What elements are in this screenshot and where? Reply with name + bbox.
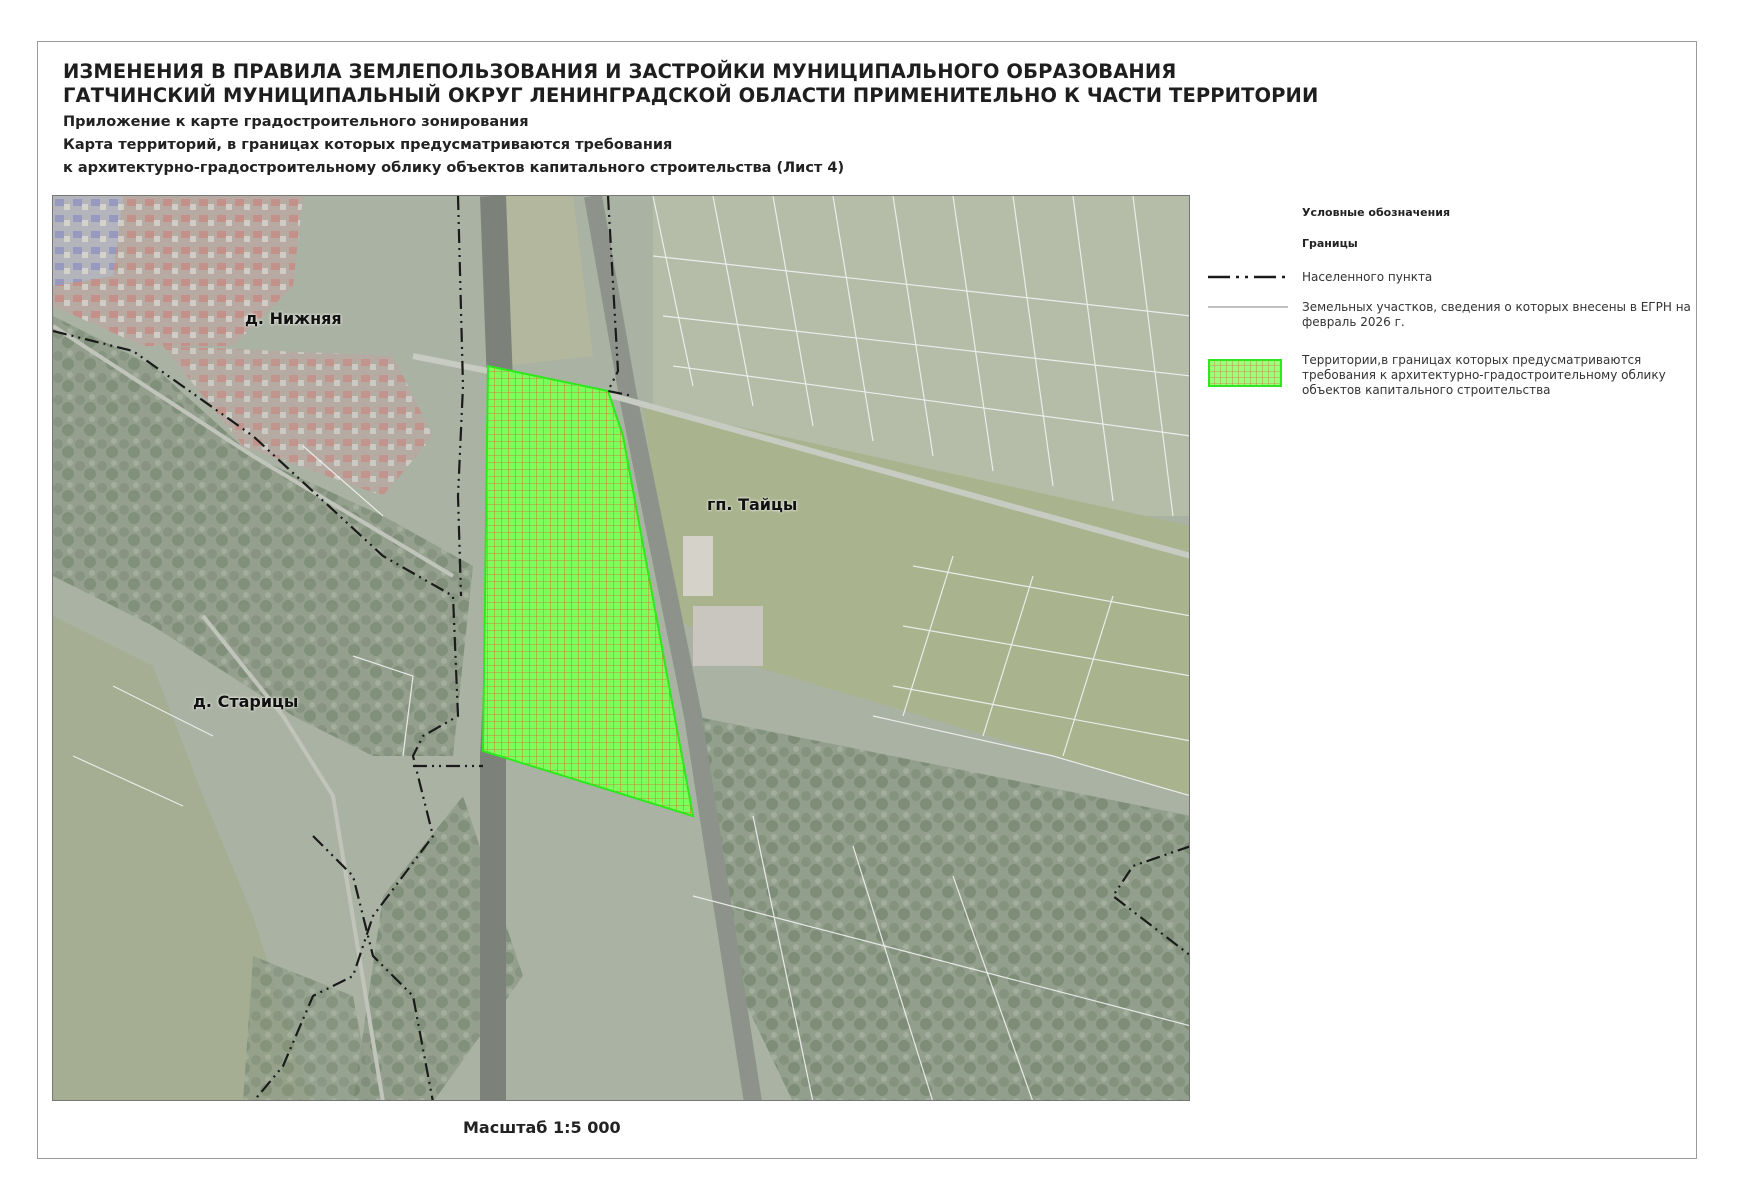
map-subtitle-line-2: к архитектурно-градостроительному облику… [63,160,845,176]
satellite-map [53,196,1189,1100]
green-hatch-icon [1208,359,1282,387]
place-label-staritsy: д. Старицы [193,692,299,711]
legend-item-label: Территории,в границах которых предусматр… [1302,353,1666,397]
legend-title: Условные обозначения [1302,206,1451,219]
legend-section-title: Границы [1302,237,1358,250]
map-title: ИЗМЕНЕНИЯ В ПРАВИЛА ЗЕМЛЕПОЛЬЗОВАНИЯ И З… [63,60,1318,108]
legend-item-settlement-boundary: Населенного пункта [1208,270,1708,290]
legend-item-parcel-boundary: Земельных участков, сведения о которых в… [1208,300,1708,336]
title-line-1: ИЗМЕНЕНИЯ В ПРАВИЛА ЗЕМЛЕПОЛЬЗОВАНИЯ И З… [63,60,1177,83]
map-frame[interactable]: д. Нижняя гп. Тайцы д. Старицы [52,195,1190,1101]
appendix-subtitle: Приложение к карте градостроительного зо… [63,114,529,130]
thin-line-icon [1208,306,1288,308]
building-1 [683,536,713,596]
dash-dot-line-icon [1208,275,1288,279]
place-label-nizhnyaya: д. Нижняя [245,309,342,328]
housing-blue-roofs [53,196,123,286]
legend-item-label: Населенного пункта [1302,270,1433,284]
title-line-2: ГАТЧИНСКИЙ МУНИЦИПАЛЬНЫЙ ОКРУГ ЛЕНИНГРАД… [63,84,1319,107]
scale-label: Масштаб 1:5 000 [463,1118,621,1137]
building-2 [693,606,763,666]
legend-item-label: Земельных участков, сведения о которых в… [1302,300,1691,329]
map-subtitle-line-1: Карта территорий, в границах которых пре… [63,137,673,153]
place-label-taitsy: гп. Тайцы [707,495,798,514]
legend-item-hatched-zone: Территории,в границах которых предусматр… [1208,353,1708,403]
